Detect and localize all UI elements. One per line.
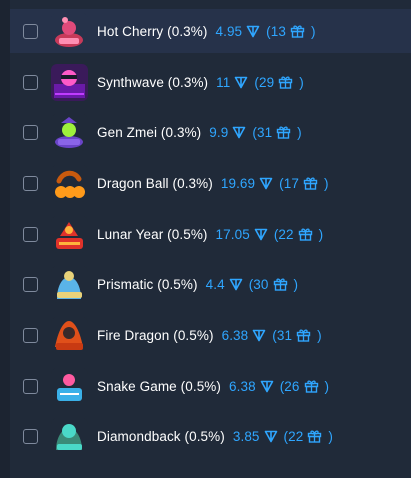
- item-thumbnail-partial: [51, 471, 88, 478]
- item-thumbnail: [51, 113, 88, 151]
- list-item[interactable]: Synthwave (0.3%) 11 (29 ): [10, 60, 411, 104]
- item-thumbnail: [51, 417, 88, 455]
- item-count-close: ): [310, 23, 316, 39]
- item-count-close: ): [318, 226, 324, 242]
- item-name: Lunar Year (0.5%): [97, 226, 208, 242]
- gift-icon: [304, 379, 319, 393]
- item-checkbox[interactable]: [23, 327, 38, 343]
- item-count-close: ): [328, 428, 333, 444]
- item-count: (31: [272, 327, 293, 343]
- gift-icon: [273, 277, 288, 291]
- gift-icon: [298, 227, 313, 241]
- item-checkbox[interactable]: [23, 124, 38, 140]
- item-name: Hot Cherry (0.3%): [97, 23, 208, 39]
- item-count-close: ): [323, 175, 329, 191]
- item-count: (31: [252, 124, 273, 140]
- item-price: 19.69: [220, 175, 256, 191]
- ton-diamond-icon: [229, 278, 243, 291]
- item-count: (26: [279, 378, 300, 394]
- item-checkbox[interactable]: [23, 378, 38, 394]
- item-thumbnail: [51, 164, 88, 202]
- list-item[interactable]: Snake Game (0.5%) 6.38 (26 ): [10, 364, 411, 408]
- item-thumbnail: [51, 63, 88, 101]
- item-checkbox[interactable]: [23, 74, 38, 90]
- item-price: 3.85: [232, 428, 260, 444]
- item-checkbox[interactable]: [23, 276, 38, 292]
- item-count-close: ): [297, 124, 302, 140]
- item-thumbnail: [51, 316, 88, 354]
- item-name: Prismatic (0.5%): [97, 276, 198, 292]
- ton-diamond-icon: [264, 430, 278, 443]
- item-price: 17.05: [215, 226, 250, 242]
- ton-diamond-icon: [260, 380, 274, 393]
- item-thumbnail: [51, 12, 88, 50]
- item-thumbnail: [51, 215, 88, 253]
- item-name: Snake Game (0.5%): [97, 378, 222, 394]
- item-name: Dragon Ball (0.3%): [97, 175, 213, 191]
- gift-icon: [303, 176, 318, 190]
- ton-diamond-icon: [259, 177, 273, 190]
- item-count: (17: [279, 175, 299, 191]
- list-item[interactable]: Diamondback (0.5%) 3.85 (22 ): [10, 414, 411, 458]
- item-price: 4.4: [205, 276, 225, 292]
- item-name: Gen Zmei (0.3%): [97, 124, 202, 140]
- list-item[interactable]: Lunar Year (0.5%) 17.05 (22 ): [10, 212, 411, 256]
- item-name: Fire Dragon (0.5%): [97, 327, 214, 343]
- item-name: Diamondback (0.5%): [97, 428, 225, 444]
- list-item[interactable]: Gen Zmei (0.3%) 9.9 (31 ): [10, 110, 411, 154]
- gift-icon: [296, 328, 311, 342]
- item-count: (22: [273, 226, 294, 242]
- ton-diamond-icon: [234, 76, 248, 89]
- item-count: (29: [254, 74, 275, 90]
- item-price: 6.38: [229, 378, 256, 394]
- gift-icon: [276, 125, 291, 139]
- list-item[interactable]: Dragon Ball (0.3%) 19.69 (17 ): [10, 161, 411, 205]
- item-price: 9.9: [209, 124, 229, 140]
- item-checkbox[interactable]: [23, 428, 38, 444]
- ton-diamond-icon: [252, 329, 266, 342]
- item-name: Synthwave (0.3%): [97, 74, 209, 90]
- gift-icon: [290, 24, 305, 38]
- item-count-close: ): [324, 378, 330, 394]
- list-item[interactable]: Hot Cherry (0.3%) 4.95 (13 ): [10, 9, 411, 53]
- list-item[interactable]: Fire Dragon (0.5%) 6.38 (31 ): [10, 313, 411, 357]
- item-price: 4.95: [215, 23, 243, 39]
- item-checkbox[interactable]: [23, 23, 38, 39]
- list-item[interactable]: Prismatic (0.5%) 4.4 (30 ): [10, 262, 411, 306]
- gift-icon: [278, 75, 293, 89]
- item-count-close: ): [293, 276, 299, 292]
- item-checkbox[interactable]: [23, 175, 38, 191]
- item-price: 6.38: [221, 327, 249, 343]
- item-price: 11: [216, 74, 231, 90]
- item-thumbnail: [51, 265, 88, 303]
- item-thumbnail: [51, 367, 88, 405]
- ton-diamond-icon: [232, 126, 246, 139]
- gift-icon: [307, 429, 322, 443]
- item-checkbox[interactable]: [23, 226, 38, 242]
- ton-diamond-icon: [254, 228, 268, 241]
- item-count: (13: [266, 23, 286, 39]
- item-count: (22: [283, 428, 304, 444]
- item-count-close: ): [317, 327, 322, 343]
- item-count-close: ): [299, 74, 304, 90]
- ton-diamond-icon: [246, 25, 260, 38]
- item-count: (30: [248, 276, 269, 292]
